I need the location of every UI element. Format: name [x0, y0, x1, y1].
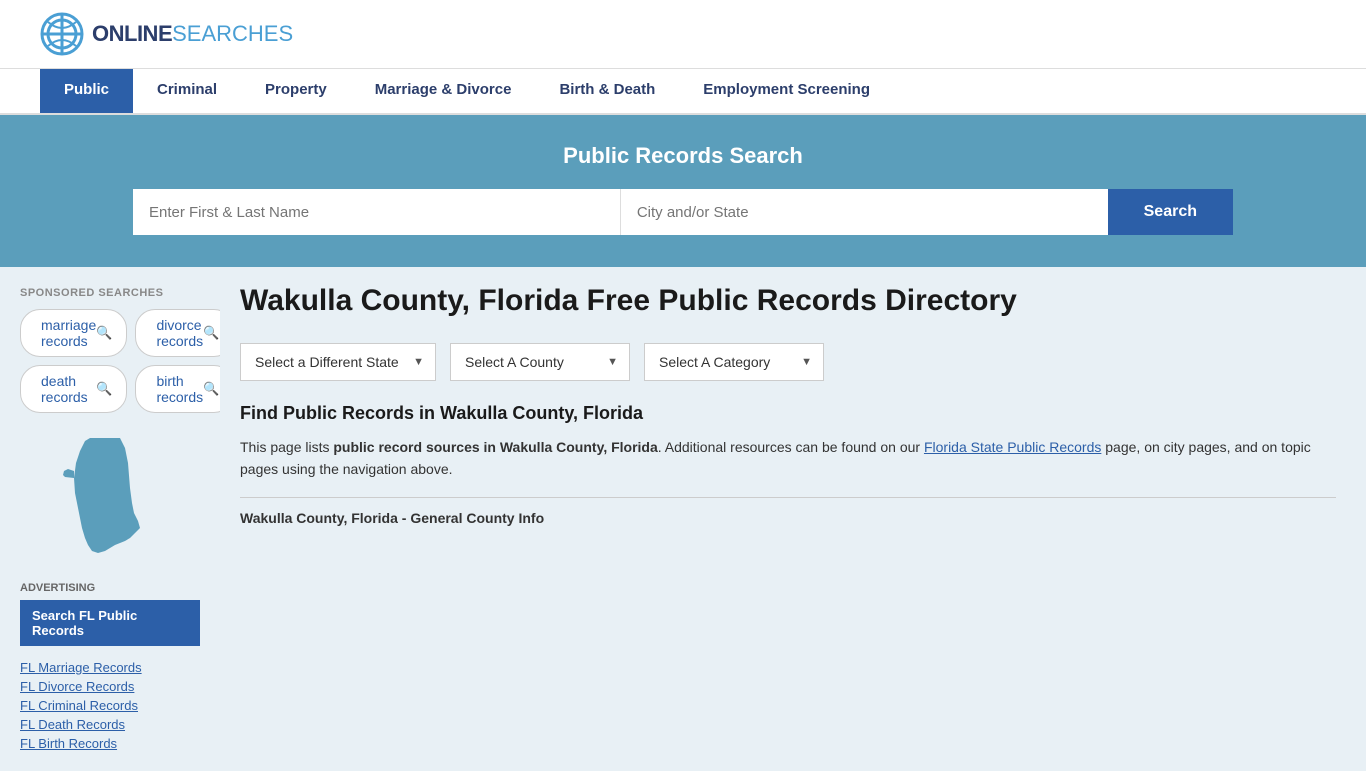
search-icon: 🔍 — [203, 381, 219, 397]
nav-property[interactable]: Property — [241, 69, 351, 113]
advertising-section: Advertising Search FL Public Records FL … — [20, 582, 200, 751]
search-icon: 🔍 — [96, 325, 112, 341]
search-icon: 🔍 — [203, 325, 219, 341]
state-dropdown[interactable]: Select a Different State — [240, 343, 436, 381]
category-dropdown[interactable]: Select A Category — [644, 343, 824, 381]
pill-label: death records — [41, 373, 96, 405]
find-desc-part1: This page lists — [240, 439, 333, 455]
name-input[interactable] — [133, 189, 621, 235]
florida-map — [60, 433, 160, 563]
county-title: Wakulla County, Florida Free Public Reco… — [240, 283, 1017, 319]
state-dropdown-wrapper: Select a Different State — [240, 343, 436, 381]
pill-label: marriage records — [41, 317, 96, 349]
county-header: Wakulla County, Florida Free Public Reco… — [240, 283, 1336, 319]
hero-title: Public Records Search — [40, 143, 1326, 169]
location-input[interactable] — [621, 189, 1108, 235]
general-info-title: Wakulla County, Florida - General County… — [240, 497, 1336, 526]
find-desc-part2: . Additional resources can be found on o… — [658, 439, 924, 455]
logo-text: ONLINE SEARCHES — [92, 21, 293, 47]
county-dropdown[interactable]: Select A County — [450, 343, 630, 381]
logo-searches: SEARCHES — [172, 21, 293, 47]
sidebar-search-button[interactable]: Search FL Public Records — [20, 600, 200, 646]
find-title: Find Public Records in Wakulla County, F… — [240, 403, 1336, 424]
main-content: Wakulla County, Florida Free Public Reco… — [220, 267, 1366, 771]
nav-birth-death[interactable]: Birth & Death — [535, 69, 679, 113]
pill-death-records[interactable]: death records 🔍 — [20, 365, 127, 413]
sidebar-links: FL Marriage Records FL Divorce Records F… — [20, 660, 200, 751]
find-description: This page lists public record sources in… — [240, 436, 1336, 481]
site-header: ONLINE SEARCHES — [0, 0, 1366, 69]
ad-label: Advertising — [20, 582, 200, 594]
sidebar-link-divorce[interactable]: FL Divorce Records — [20, 679, 200, 694]
sidebar-link-death[interactable]: FL Death Records — [20, 717, 200, 732]
nav-criminal[interactable]: Criminal — [133, 69, 241, 113]
hero-section: Public Records Search Search — [0, 115, 1366, 267]
nav-marriage-divorce[interactable]: Marriage & Divorce — [351, 69, 536, 113]
nav-public[interactable]: Public — [40, 69, 133, 113]
sponsored-label: SPONSORED SEARCHES — [20, 287, 200, 299]
sidebar-link-marriage[interactable]: FL Marriage Records — [20, 660, 200, 675]
dropdowns-row: Select a Different State Select A County… — [240, 343, 1336, 381]
search-bar: Search — [133, 189, 1233, 235]
logo-icon — [40, 12, 84, 56]
find-section: Find Public Records in Wakulla County, F… — [240, 403, 1336, 526]
search-button[interactable]: Search — [1108, 189, 1233, 235]
find-desc-bold: public record sources in Wakulla County,… — [333, 439, 657, 455]
category-dropdown-wrapper: Select A Category — [644, 343, 824, 381]
county-title-text: Wakulla County, Florida Free Public Reco… — [240, 283, 1017, 319]
sponsored-grid: marriage records 🔍 divorce records 🔍 cri… — [20, 309, 200, 413]
county-dropdown-wrapper: Select A County — [450, 343, 630, 381]
sidebar: SPONSORED SEARCHES marriage records 🔍 di… — [0, 267, 220, 771]
sidebar-link-birth[interactable]: FL Birth Records — [20, 736, 200, 751]
pill-marriage-records[interactable]: marriage records 🔍 — [20, 309, 127, 357]
logo[interactable]: ONLINE SEARCHES — [40, 12, 293, 56]
logo-online: ONLINE — [92, 21, 172, 47]
pill-label: divorce records — [156, 317, 203, 349]
search-icon: 🔍 — [96, 381, 112, 397]
nav-employment[interactable]: Employment Screening — [679, 69, 894, 113]
pill-label: birth records — [156, 373, 203, 405]
sidebar-link-criminal[interactable]: FL Criminal Records — [20, 698, 200, 713]
main-nav: Public Criminal Property Marriage & Divo… — [0, 69, 1366, 115]
florida-state-link[interactable]: Florida State Public Records — [924, 439, 1101, 455]
